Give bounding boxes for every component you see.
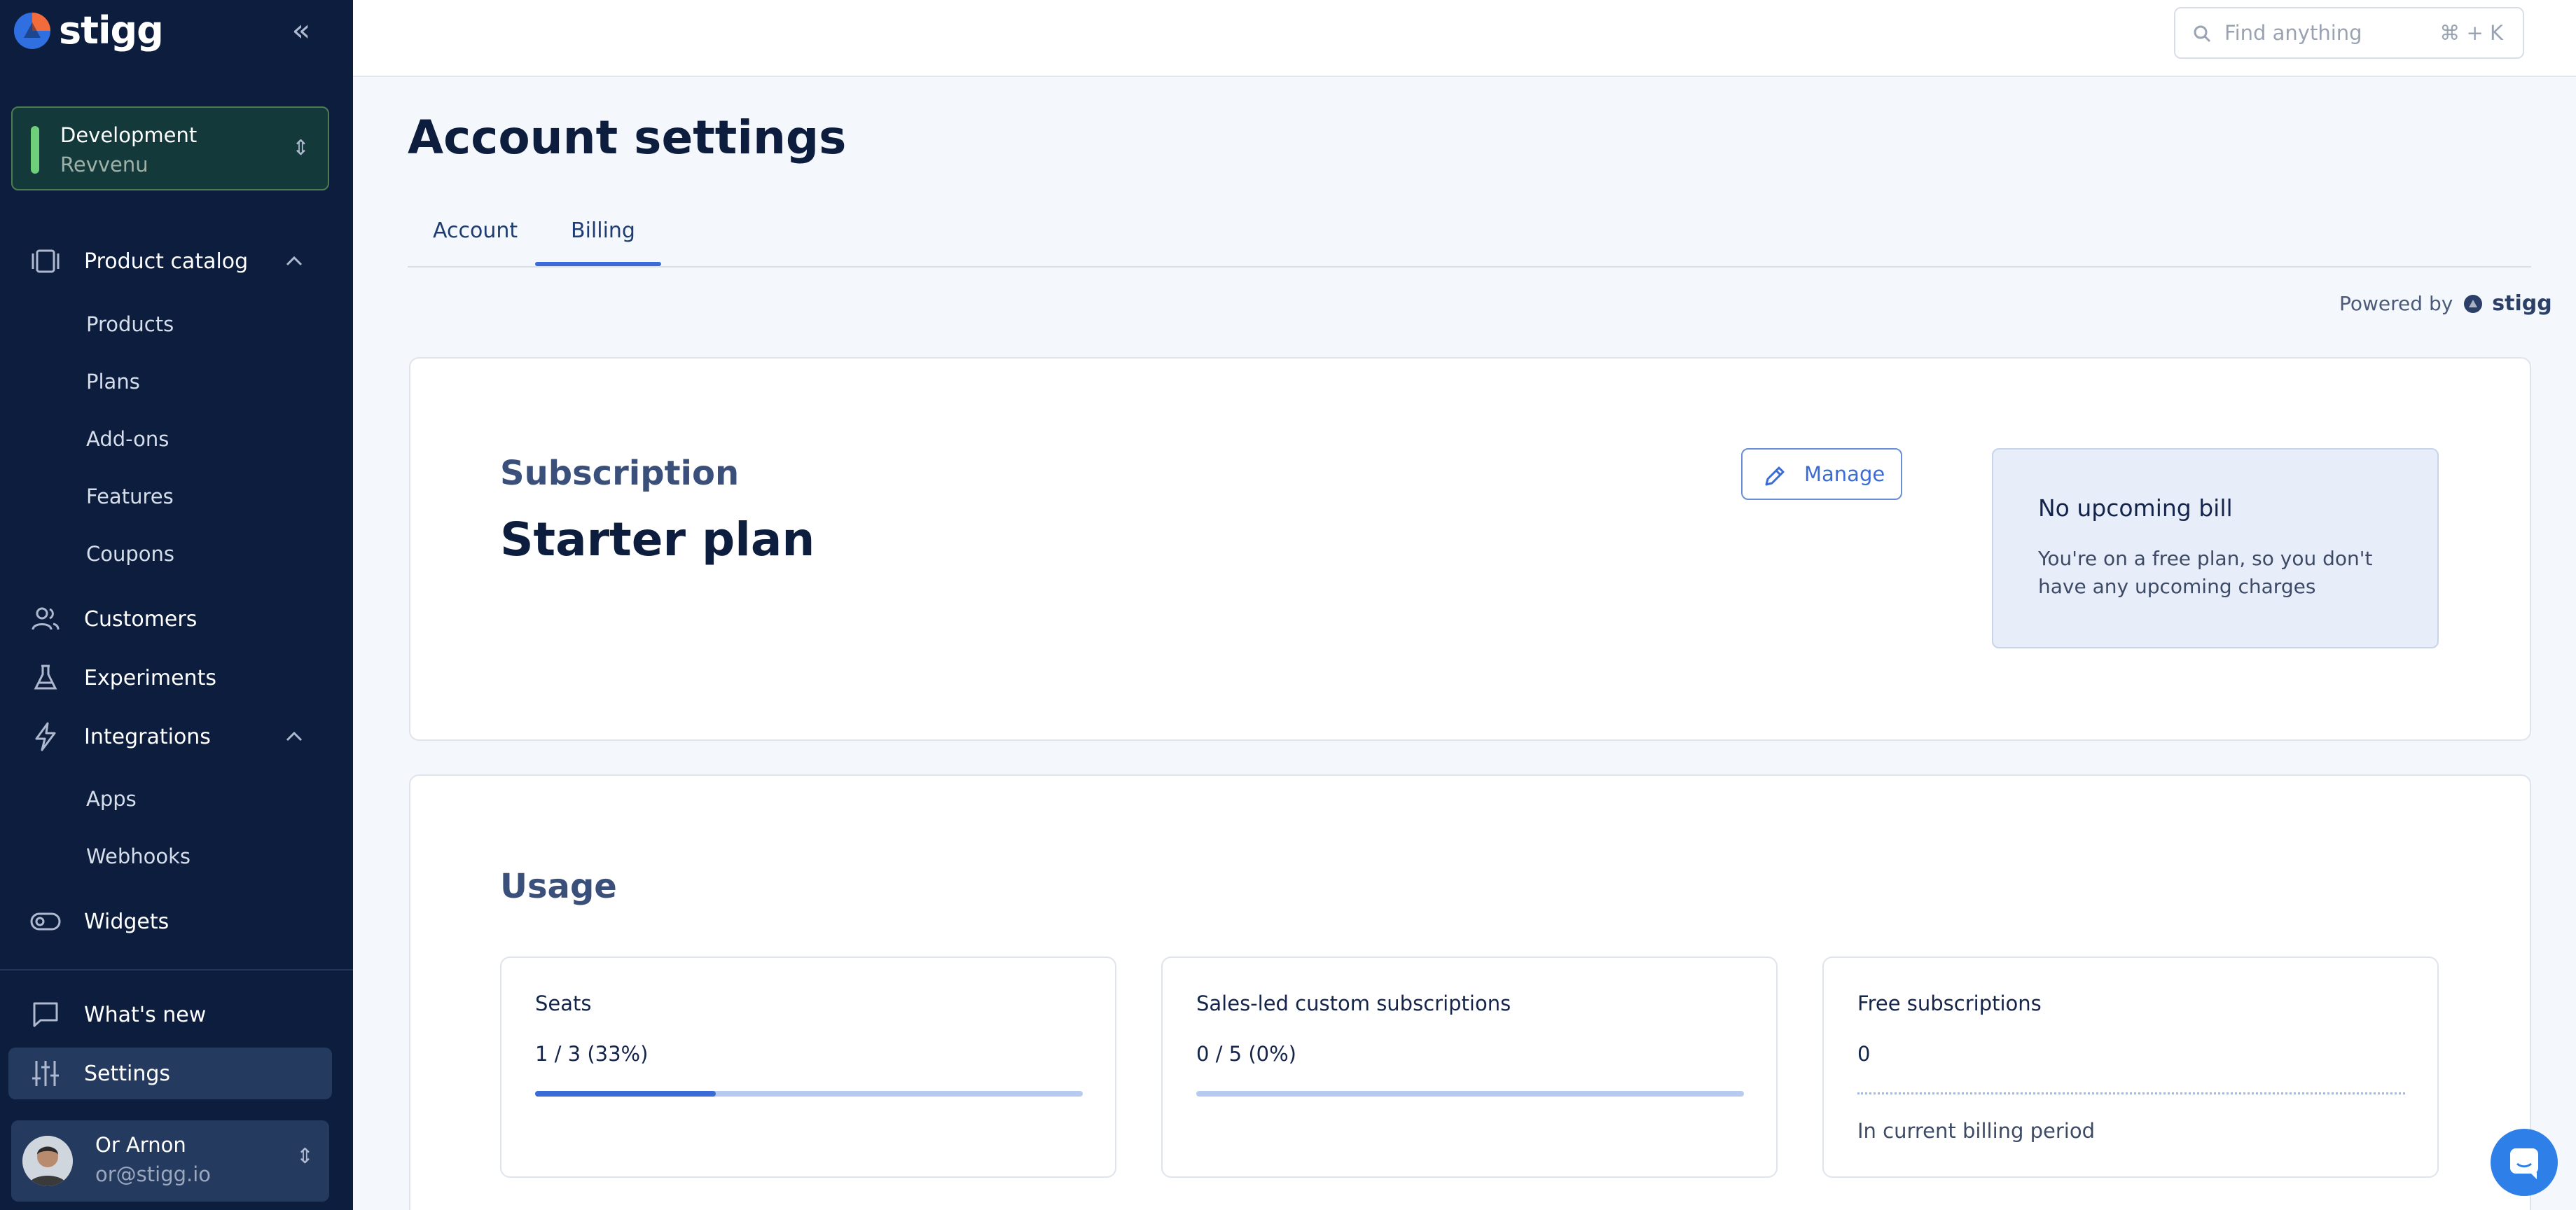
metric-title: Sales-led custom subscriptions [1196,992,1511,1015]
sidebar: stigg « Development Revvenu ⇕ Product ca… [0,0,353,1210]
message-icon [33,1002,58,1027]
nav-label: Integrations [84,724,211,749]
avatar [22,1136,73,1186]
page-title: Account settings [408,111,847,165]
sliders-icon [32,1061,59,1086]
environment-name: Development [60,123,198,147]
tabs-divider [408,266,2531,267]
metric-note: In current billing period [1857,1119,2096,1143]
nav-integrations[interactable]: Integrations [0,712,353,761]
chevron-up-icon[interactable] [280,723,308,751]
logo-text: stigg [59,8,164,53]
plan-name: Starter plan [500,513,815,566]
nav-label: What's new [84,1002,207,1027]
chat-icon [2510,1148,2538,1179]
user-menu[interactable]: Or Arnon or@stigg.io ⇕ [11,1120,329,1202]
environment-indicator [31,126,39,174]
bill-title: No upcoming bill [2038,494,2233,522]
progress-bar [535,1091,1083,1097]
nav-features[interactable]: Features [86,485,174,508]
manage-button[interactable]: Manage [1741,448,1902,500]
search-shortcut: ⌘ + K [2439,21,2503,45]
nav-apps[interactable]: Apps [86,787,137,811]
metric-title: Seats [535,992,592,1015]
metric-title: Free subscriptions [1857,992,2042,1015]
unlimited-bar [1857,1092,2405,1094]
powered-by: Powered by stigg [2339,291,2552,316]
tab-billing[interactable]: Billing [571,218,635,243]
catalog-icon [32,249,60,273]
nav-label: Experiments [84,665,216,690]
nav-label: Customers [84,606,198,632]
nav-settings[interactable]: Settings [0,1049,353,1098]
nav-webhooks[interactable]: Webhooks [86,844,191,868]
metric-value: 1 / 3 (33%) [535,1042,649,1066]
progress-bar [1196,1091,1744,1097]
flask-icon [34,665,57,690]
nav-plans[interactable]: Plans [86,370,140,394]
metric-value: 0 [1857,1042,1871,1066]
manage-label: Manage [1804,462,1885,486]
nav-experiments[interactable]: Experiments [0,653,353,702]
metric-value: 0 / 5 (0%) [1196,1042,1296,1066]
nav-product-catalog[interactable]: Product catalog [0,237,353,286]
nav-add-ons[interactable]: Add-ons [86,427,169,451]
bill-description: You're on a free plan, so you don't have… [2038,547,2373,598]
stigg-logo-icon [2464,294,2483,313]
usage-metric-card: Seats 1 / 3 (33%) [500,957,1116,1178]
nav-products[interactable]: Products [86,312,174,336]
stigg-logo-icon [14,12,50,49]
environment-switcher[interactable]: Development Revvenu ⇕ [11,106,329,190]
users-icon [32,607,60,630]
usage-title: Usage [500,867,617,906]
nav-coupons[interactable]: Coupons [86,542,174,566]
user-name: Or Arnon [95,1133,186,1157]
powered-by-text: Powered by [2339,292,2453,315]
lightning-icon [35,722,56,751]
usage-metric-card: Sales-led custom subscriptions 0 / 5 (0%… [1161,957,1778,1178]
nav-whats-new[interactable]: What's new [0,990,353,1039]
nav-label: Widgets [84,909,169,934]
powered-by-logo: stigg [2492,291,2552,316]
nav-customers[interactable]: Customers [0,594,353,644]
topbar: Find anything ⌘ + K [353,0,2576,77]
active-tab-indicator [535,262,661,266]
chat-launcher-button[interactable] [2491,1129,2558,1196]
search-placeholder: Find anything [2224,21,2362,45]
chevron-up-down-icon: ⇕ [296,1144,314,1169]
pencil-icon [1765,466,1785,486]
chevron-up-icon[interactable] [280,247,308,275]
user-email: or@stigg.io [95,1162,212,1186]
stigg-logo[interactable]: stigg [11,8,164,53]
subscription-label: Subscription [500,454,740,493]
collapse-sidebar-icon[interactable]: « [286,15,317,46]
search-input[interactable]: Find anything ⌘ + K [2174,7,2524,59]
search-icon [2194,25,2211,43]
nav-widgets[interactable]: Widgets [0,897,353,946]
progress-fill [535,1091,716,1097]
tab-account[interactable]: Account [433,218,518,243]
usage-metric-card: Free subscriptions 0 In current billing … [1822,957,2439,1178]
nav-label: Settings [84,1061,171,1086]
sidebar-divider [0,969,353,971]
nav-label: Product catalog [84,249,249,274]
chevron-up-down-icon: ⇕ [291,136,310,160]
toggle-icon [30,912,61,931]
environment-project: Revvenu [60,153,148,176]
upcoming-bill-panel: No upcoming bill You're on a free plan, … [1992,448,2439,648]
